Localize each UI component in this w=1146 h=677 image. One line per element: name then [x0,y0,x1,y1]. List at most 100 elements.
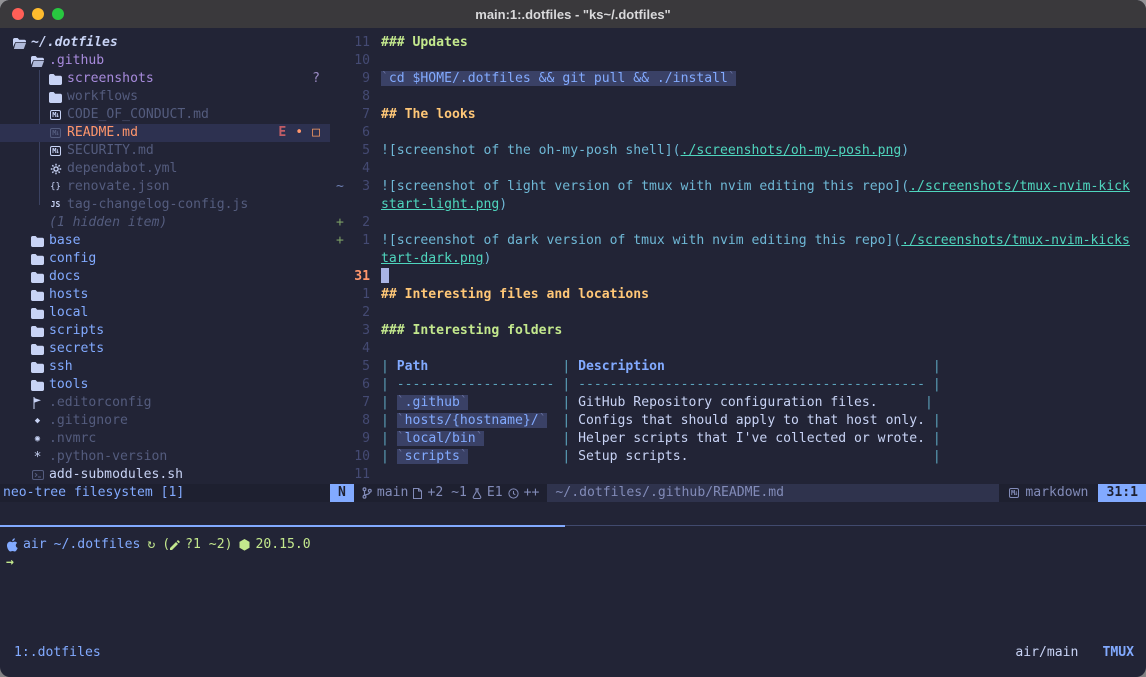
editor-line[interactable]: +1![screenshot of dark version of tmux w… [330,232,1146,250]
folder-icon [31,380,44,391]
tree-item-code-of-conduct-md[interactable]: M↓CODE_OF_CONDUCT.md [0,106,330,124]
tree-item-label: add-submodules.sh [49,466,183,484]
tree-item-tools[interactable]: tools [0,376,330,394]
line-text: | `.github` | GitHub Repository configur… [381,394,933,412]
tree-item-security-md[interactable]: M↓SECURITY.md [0,142,330,160]
editor-line[interactable]: 4 [330,340,1146,358]
tree-item-gitignore[interactable]: ◆ .gitignore [0,412,330,430]
editor-line[interactable]: 10| `scripts` | Setup scripts. | [330,448,1146,466]
gear-icon [49,163,62,175]
editor-line[interactable]: 4 [330,160,1146,178]
tmux-badge: TMUX [1102,644,1134,662]
editor-buffer[interactable]: 11### Updates109`cd $HOME/.dotfiles && g… [330,34,1146,484]
editor-line[interactable]: tart-dark.png) [330,250,1146,268]
tree-item-config[interactable]: config [0,250,330,268]
tree-item-base[interactable]: base [0,232,330,250]
tree-item-github[interactable]: .github [0,52,330,70]
tmux-window-item[interactable]: 1:.dotfiles [14,644,101,662]
tree-item-dependabot-yml[interactable]: dependabot.yml [0,160,330,178]
tree-item-label: .python-version [49,448,167,466]
line-text: ## The looks [381,106,476,124]
gitsign-add: + [336,214,346,232]
tree-item-renovate-json[interactable]: {}renovate.json [0,178,330,196]
tree-item-dotfiles[interactable]: ~/.dotfiles [0,34,330,52]
tree-item-status-badges: ? [312,70,330,88]
tree-item-editorconfig[interactable]: .editorconfig [0,394,330,412]
editor-line[interactable]: 3### Interesting folders [330,322,1146,340]
tree-item-secrets[interactable]: secrets [0,340,330,358]
diamond-icon: ◆ [31,416,44,426]
tree-item-ssh[interactable]: ssh [0,358,330,376]
neo-tree-panel: ~/.dotfiles.githubscreenshots?workflowsM… [0,34,330,484]
editor-line[interactable]: start-light.png) [330,196,1146,214]
pencil-icon [170,540,180,550]
markdown-icon: M↓ [49,146,62,156]
diagnostics-count: E1 [487,484,503,502]
editor-line[interactable]: 8 [330,88,1146,106]
editor-line[interactable]: 7| `.github` | GitHub Repository configu… [330,394,1146,412]
folder-icon [31,362,44,373]
shell-input-line[interactable]: → [6,554,14,572]
tree-item-label: base [49,232,81,250]
tree-item-workflows[interactable]: workflows [0,88,330,106]
tree-item-1-hidden-item[interactable]: (1 hidden item) [0,214,330,232]
diagnostics-icon [472,488,482,499]
git-diff-stats: +2 ~1 [427,484,466,502]
line-text: | `local/bin` | Helper scripts that I've… [381,430,941,448]
folder-icon [31,344,44,355]
editor-line[interactable]: 9`cd $HOME/.dotfiles && git pull && ./in… [330,70,1146,88]
terminal-icon [31,470,44,480]
git-branch-name: main [377,484,409,502]
tree-item-screenshots[interactable]: screenshots? [0,70,330,88]
editor-line[interactable]: 11 [330,466,1146,484]
tree-item-docs[interactable]: docs [0,268,330,286]
asterisk-icon: * [31,453,44,462]
tmux-pane-border[interactable] [0,525,1146,527]
tree-item-local[interactable]: local [0,304,330,322]
shell-prompt[interactable]: air ~/.dotfiles ↻ ( ?1 ~2) 20.15.0 [6,536,311,554]
editor-line[interactable]: 5![screenshot of the oh-my-posh shell](.… [330,142,1146,160]
tree-item-label: .gitignore [49,412,128,430]
prompt-cwd: ~/.dotfiles [54,536,141,554]
editor-line[interactable]: 9| `local/bin` | Helper scripts that I'v… [330,430,1146,448]
editor-line[interactable]: 7## The looks [330,106,1146,124]
line-number: 9 [346,70,370,88]
line-number: 3 [346,322,370,340]
markdown-icon: M↓ [1009,488,1019,498]
text-cursor [381,268,389,283]
line-number: 2 [346,304,370,322]
terminal-window: main:1:.dotfiles - "ks~/.dotfiles" ~/.do… [0,0,1146,677]
editor-line[interactable]: 10 [330,52,1146,70]
folder-icon [31,254,44,265]
tree-item-readme-md[interactable]: M↓README.mdE•□ [0,124,330,142]
tree-item-tag-changelog-config-js[interactable]: JStag-changelog-config.js [0,196,330,214]
tree-item-nvmrc[interactable]: ◉.nvmrc [0,430,330,448]
tree-item-scripts[interactable]: scripts [0,322,330,340]
gitsign-change: ~ [336,178,346,196]
editor-line[interactable]: ~3![screenshot of light version of tmux … [330,178,1146,196]
editor-line[interactable]: 1## Interesting files and locations [330,286,1146,304]
tree-item-python-version[interactable]: * .python-version [0,448,330,466]
line-number: 3 [346,178,370,196]
window-title: main:1:.dotfiles - "ks~/.dotfiles" [0,7,1146,22]
editor-line[interactable]: 8| `hosts/{hostname}/` | Configs that sh… [330,412,1146,430]
editor-line[interactable]: 11### Updates [330,34,1146,52]
editor-line[interactable]: 2 [330,304,1146,322]
tmux-status-bar: 1:.dotfiles air/main TMUX [0,644,1146,662]
folder-open-icon [31,56,44,67]
editor-line[interactable]: +2 [330,214,1146,232]
current-line-number: 31 [346,268,370,286]
editor-line[interactable]: 6 [330,124,1146,142]
editor-line[interactable]: 31 [330,268,1146,286]
statusline-filetype-section: M↓ markdown [999,484,1099,502]
tree-item-label: docs [49,268,81,286]
line-number: 10 [346,448,370,466]
line-number: 1 [346,232,370,250]
editor-line[interactable]: 5| Path | Description | [330,358,1146,376]
editor-line[interactable]: 6| -------------------- | --------------… [330,376,1146,394]
tree-item-add-submodules-sh[interactable]: add-submodules.sh [0,466,330,484]
tree-item-label: (1 hidden item) [49,214,167,232]
tree-item-hosts[interactable]: hosts [0,286,330,304]
tree-item-label: workflows [67,88,138,106]
tree-item-status-badges: E•□ [278,124,330,142]
